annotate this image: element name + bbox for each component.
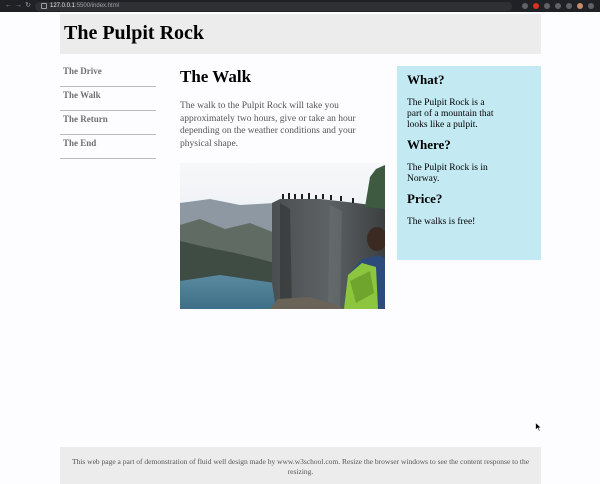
address-bar[interactable]: 127.0.0.1:5500/index.html — [35, 1, 512, 11]
forward-icon[interactable]: → — [15, 0, 22, 12]
menu-item-walk[interactable]: The Walk — [60, 88, 156, 111]
side-menu: The Drive The Walk The Return The End — [60, 64, 156, 160]
page-footer: This web page a part of demonstration of… — [60, 447, 541, 484]
menu-item-return[interactable]: The Return — [60, 112, 156, 135]
where-text: The Pulpit Rock is in Norway. — [407, 163, 488, 184]
url-host: 127.0.0.1 — [50, 3, 76, 9]
menu-item-drive[interactable]: The Drive — [60, 64, 156, 87]
back-icon[interactable]: ← — [5, 0, 12, 12]
extension-icon[interactable] — [544, 3, 550, 9]
url-path: :5500/index.html — [75, 3, 120, 9]
main-content: The Walk The walk to the Pulpit Rock wil… — [180, 66, 386, 150]
info-icon[interactable] — [41, 3, 47, 9]
section-heading: The Walk — [180, 67, 252, 86]
mouse-cursor-icon — [535, 419, 543, 437]
where-heading: Where? — [407, 137, 451, 152]
reload-icon[interactable]: ↻ — [25, 0, 31, 12]
profile-avatar[interactable] — [577, 3, 583, 9]
price-heading: Price? — [407, 191, 443, 206]
pulpit-rock-image — [180, 163, 385, 309]
menu-icon[interactable] — [588, 3, 594, 9]
menu-item-end[interactable]: The End — [60, 136, 156, 159]
page-header: The Pulpit Rock — [60, 14, 541, 54]
info-sidebar: What? The Pulpit Rock is a part of a mou… — [397, 66, 541, 260]
price-text: The walks is free! — [407, 217, 476, 227]
pulpit-rock-photo — [180, 163, 385, 309]
footer-text: This web page a part of demonstration of… — [71, 457, 530, 476]
section-text: The walk to the Pulpit Rock will take yo… — [180, 101, 356, 149]
page-title: The Pulpit Rock — [64, 22, 205, 44]
what-text: The Pulpit Rock is a part of a mountain … — [407, 98, 494, 130]
bookmark-icon[interactable] — [566, 3, 572, 9]
browser-toolbar: ← → ↻ 127.0.0.1:5500/index.html — [0, 0, 600, 12]
puzzle-icon[interactable] — [555, 3, 561, 9]
extension-icon[interactable] — [533, 3, 539, 9]
star-icon[interactable] — [522, 3, 528, 9]
what-heading: What? — [407, 72, 445, 87]
